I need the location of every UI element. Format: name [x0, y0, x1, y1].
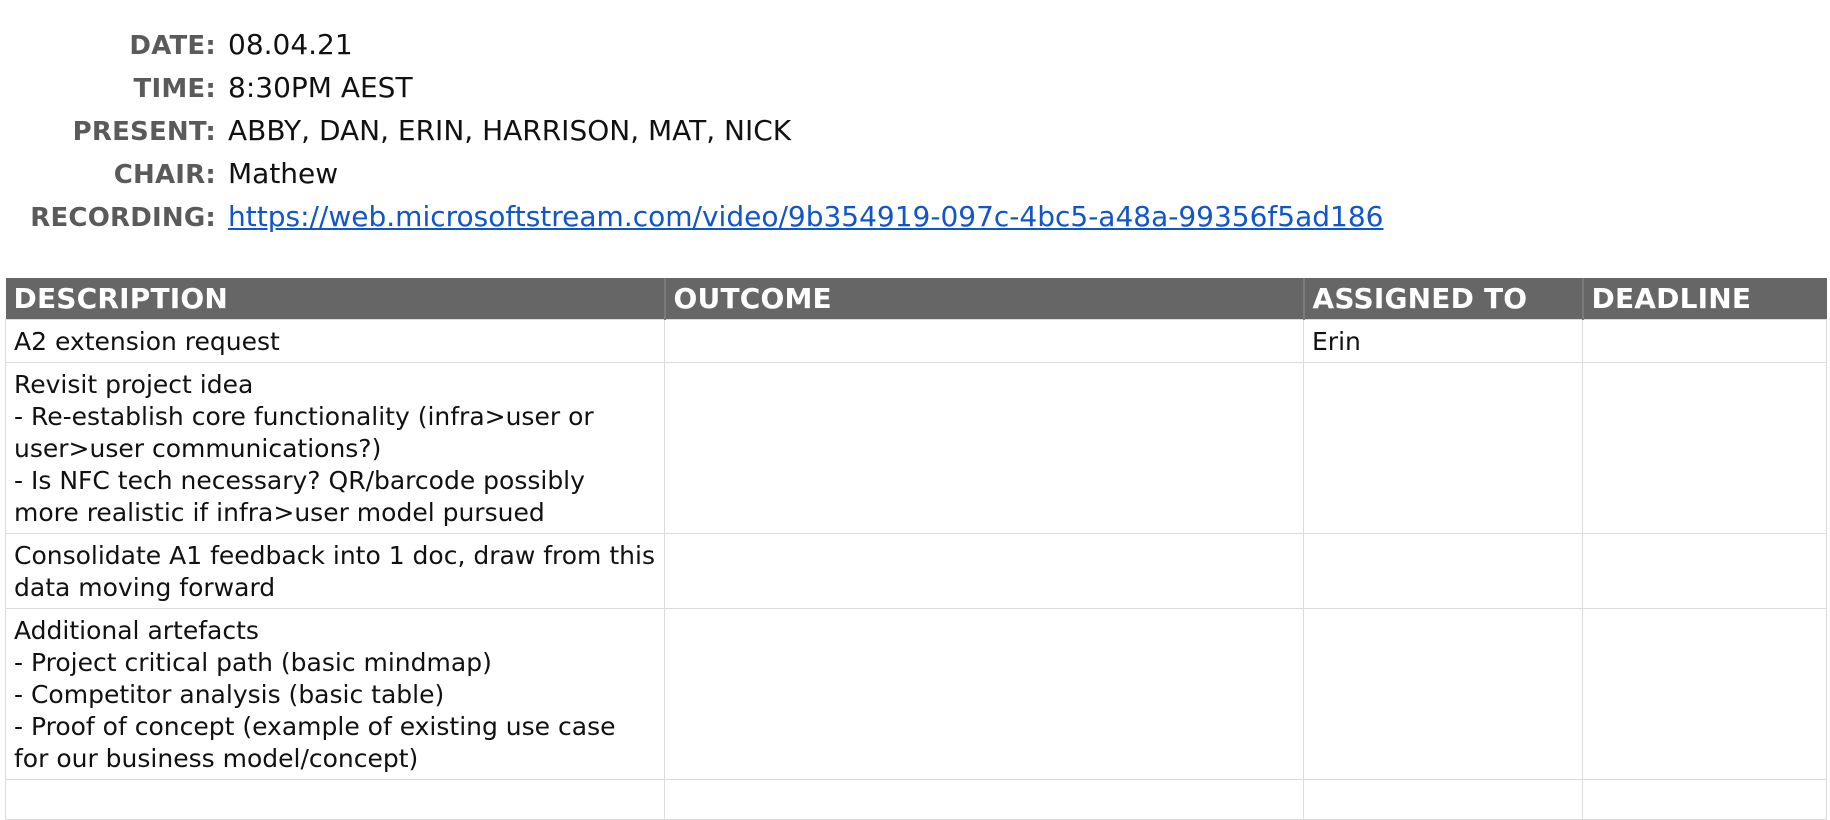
assigned-to-cell[interactable] [1303, 608, 1583, 780]
description-line: - Competitor analysis (basic table) [14, 680, 445, 709]
present-label: PRESENT: [72, 117, 216, 147]
description-line: Additional artefacts [14, 616, 259, 645]
assigned-to-cell[interactable] [1303, 779, 1583, 820]
table-row: Consolidate A1 feedback into 1 doc, draw… [5, 533, 1827, 609]
description-cell[interactable]: Revisit project idea - Re-establish core… [5, 362, 665, 534]
description-line: A2 extension request [14, 327, 280, 356]
outcome-cell[interactable] [664, 533, 1304, 609]
present-value: ABBY, DAN, ERIN, HARRISON, MAT, NICK [228, 114, 792, 147]
recording-label: RECORDING: [30, 203, 216, 233]
deadline-cell[interactable] [1582, 779, 1827, 820]
description-cell[interactable]: Additional artefacts - Project critical … [5, 608, 665, 780]
outcome-cell[interactable] [664, 779, 1304, 820]
assigned-to-cell[interactable] [1303, 362, 1583, 534]
header-description: DESCRIPTION [5, 278, 666, 320]
description-cell[interactable]: A2 extension request [5, 319, 665, 363]
outcome-cell[interactable] [664, 608, 1304, 780]
description-line: - Re-establish core functionality (infra… [14, 402, 594, 463]
description-line: - Is NFC tech necessary? QR/barcode poss… [14, 466, 585, 527]
chair-label: CHAIR: [113, 160, 216, 190]
date-value: 08.04.21 [228, 28, 353, 61]
deadline-cell[interactable] [1582, 608, 1827, 780]
description-cell[interactable]: Consolidate A1 feedback into 1 doc, draw… [5, 533, 665, 609]
deadline-cell[interactable] [1582, 362, 1827, 534]
recording-link[interactable]: https://web.microsoftstream.com/video/9b… [228, 200, 1383, 233]
meta-time-row: TIME: 8:30PM AEST [0, 71, 1830, 114]
header-deadline: DEADLINE [1582, 278, 1827, 320]
action-items-table-wrap: DESCRIPTION OUTCOME ASSIGNED TO DEADLINE… [5, 278, 1827, 820]
time-value: 8:30PM AEST [228, 71, 413, 104]
table-row: Additional artefacts - Project critical … [5, 608, 1827, 780]
deadline-cell[interactable] [1582, 319, 1827, 363]
meta-chair-row: CHAIR: Mathew [0, 157, 1830, 200]
table-row: A2 extension request Erin [5, 319, 1827, 363]
description-line: Revisit project idea [14, 370, 254, 399]
meta-present-row: PRESENT: ABBY, DAN, ERIN, HARRISON, MAT,… [0, 114, 1830, 157]
description-line: - Project critical path (basic mindmap) [14, 648, 492, 677]
table-header-row: DESCRIPTION OUTCOME ASSIGNED TO DEADLINE [5, 278, 1827, 320]
description-line: - Proof of concept (example of existing … [14, 712, 616, 773]
chair-value: Mathew [228, 157, 339, 190]
outcome-cell[interactable] [664, 319, 1304, 363]
description-cell[interactable] [5, 779, 665, 820]
header-assigned-to: ASSIGNED TO [1303, 278, 1584, 320]
meeting-meta: DATE: 08.04.21 TIME: 8:30PM AEST PRESENT… [0, 28, 1830, 243]
assigned-to-cell[interactable]: Erin [1303, 319, 1583, 363]
meta-date-row: DATE: 08.04.21 [0, 28, 1830, 71]
table-row [5, 779, 1827, 820]
meta-recording-row: RECORDING: https://web.microsoftstream.c… [0, 200, 1830, 243]
header-outcome: OUTCOME [664, 278, 1305, 320]
description-line: Consolidate A1 feedback into 1 doc, draw… [14, 541, 655, 602]
action-items-table: DESCRIPTION OUTCOME ASSIGNED TO DEADLINE… [5, 278, 1827, 820]
outcome-cell[interactable] [664, 362, 1304, 534]
time-label: TIME: [133, 74, 216, 104]
assigned-to-cell[interactable] [1303, 533, 1583, 609]
table-row: Revisit project idea - Re-establish core… [5, 362, 1827, 534]
deadline-cell[interactable] [1582, 533, 1827, 609]
date-label: DATE: [129, 31, 216, 61]
